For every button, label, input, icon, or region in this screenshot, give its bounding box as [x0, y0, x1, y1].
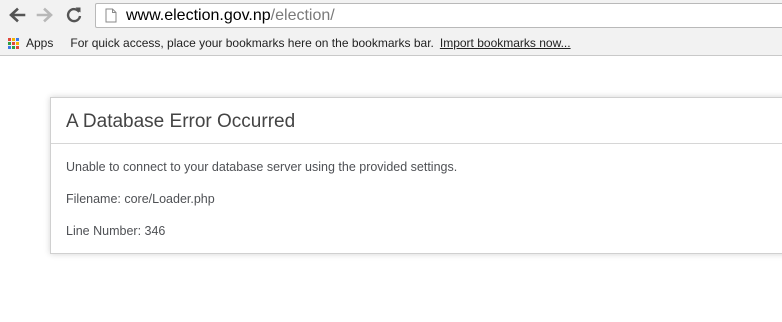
url-text: www.election.gov.np/election/	[126, 7, 335, 25]
error-line-number: Line Number: 346	[66, 224, 166, 238]
apps-grid-icon	[8, 37, 19, 49]
error-divider	[51, 143, 782, 144]
page-icon	[104, 8, 118, 24]
bookmarks-bar: Apps For quick access, place your bookma…	[0, 31, 782, 55]
url-host: www.election.gov.np	[126, 6, 271, 24]
address-bar[interactable]: www.election.gov.np/election/	[95, 3, 782, 28]
error-title: A Database Error Occurred	[66, 111, 296, 132]
reload-button[interactable]	[62, 4, 86, 26]
bookmarks-hint-text: For quick access, place your bookmarks h…	[70, 36, 434, 50]
error-panel: A Database Error Occurred Unable to conn…	[50, 97, 782, 254]
error-filename: Filename: core/Loader.php	[66, 192, 215, 206]
browser-toolbar: www.election.gov.np/election/	[0, 0, 782, 31]
back-button[interactable]	[5, 4, 29, 26]
apps-shortcut[interactable]: Apps	[8, 36, 53, 50]
browser-chrome: www.election.gov.np/election/ Apps For q…	[0, 0, 782, 56]
apps-label: Apps	[26, 36, 54, 50]
error-message: Unable to connect to your database serve…	[66, 160, 458, 174]
back-arrow-icon	[9, 7, 26, 23]
url-path: /election/	[270, 6, 335, 24]
forward-button[interactable]	[33, 4, 57, 26]
import-bookmarks-link[interactable]: Import bookmarks now...	[440, 36, 571, 50]
forward-arrow-icon	[36, 7, 53, 23]
reload-icon	[66, 7, 82, 23]
